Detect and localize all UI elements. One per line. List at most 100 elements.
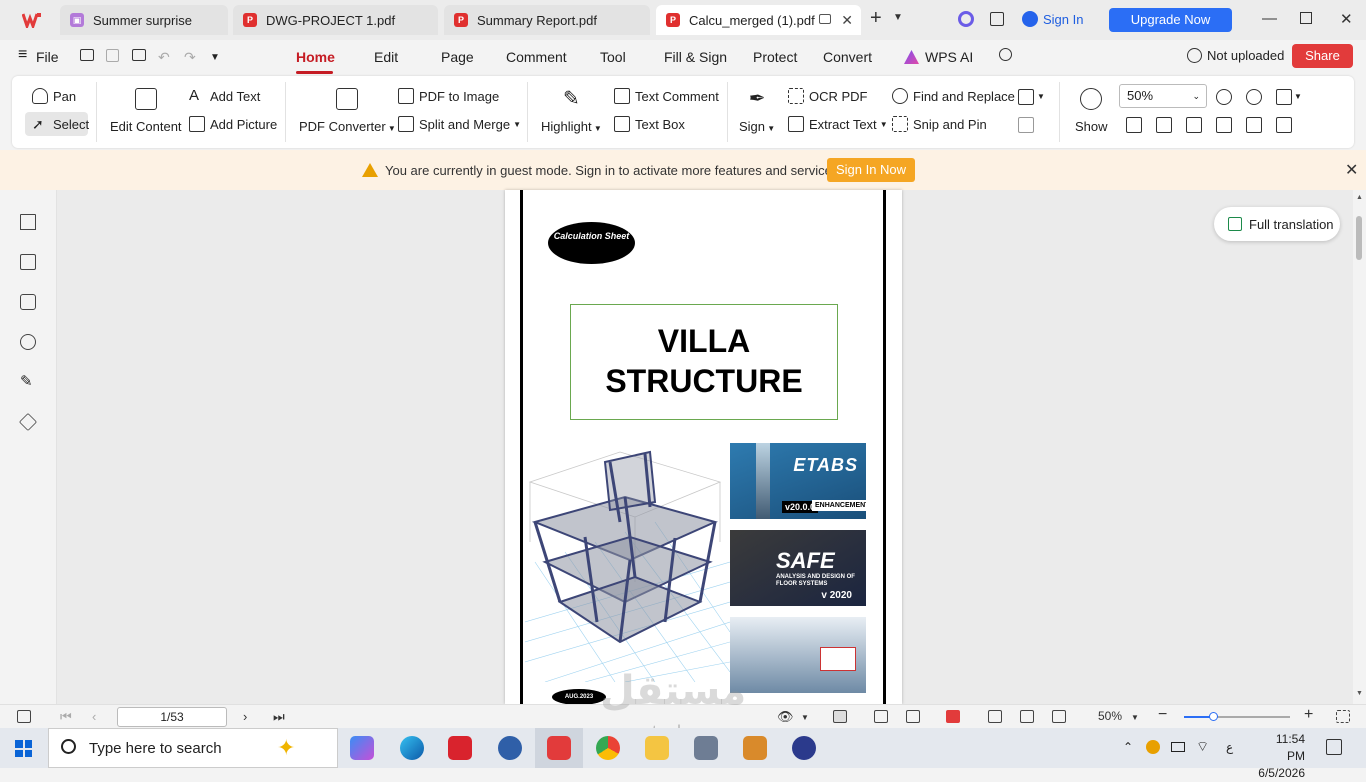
wps-office-taskbar-icon[interactable]: [547, 736, 571, 760]
ocr-pdf-button[interactable]: OCR PDF: [788, 88, 868, 104]
tab-summary-report[interactable]: P Summary Report.pdf: [444, 5, 650, 35]
sign-in-now-button[interactable]: Sign In Now: [827, 158, 915, 182]
thumbnails-icon[interactable]: [20, 254, 36, 270]
previous-page-icon[interactable]: ‹: [92, 709, 96, 724]
tab-dwg-project[interactable]: P DWG-PROJECT 1.pdf: [233, 5, 438, 35]
fit-width-icon[interactable]: [1186, 117, 1202, 133]
screen-icon[interactable]: [819, 14, 831, 24]
scrollbar-thumb[interactable]: [1356, 216, 1362, 260]
add-text-button[interactable]: A Add Text: [189, 88, 260, 104]
scroll-down-icon[interactable]: ▼: [1356, 690, 1363, 697]
cloud-status[interactable]: Not uploaded: [1187, 48, 1284, 63]
screenshot-icon[interactable]: [1052, 710, 1066, 723]
text-comment-button[interactable]: Text Comment: [614, 88, 719, 104]
chevron-down-icon[interactable]: ▼: [210, 52, 220, 63]
play-slideshow-icon[interactable]: [946, 710, 960, 723]
chevron-down-icon[interactable]: ▼: [801, 713, 809, 722]
comment-icon[interactable]: [20, 294, 36, 310]
menu-fill-sign[interactable]: Fill & Sign: [664, 49, 727, 65]
scroll-up-icon[interactable]: ▲: [1356, 194, 1363, 201]
undo-icon[interactable]: ↶: [158, 49, 170, 66]
fit-page-icon[interactable]: [1156, 117, 1172, 133]
taskbar-search-box[interactable]: Type here to search ✦: [48, 728, 338, 768]
signature-icon[interactable]: ✎: [20, 374, 36, 390]
menu-wps-ai[interactable]: WPS AI: [925, 49, 973, 65]
window-switch-icon[interactable]: [990, 12, 1004, 26]
opera-app-icon[interactable]: [448, 736, 472, 760]
new-tab-icon[interactable]: +: [870, 8, 882, 28]
chrome-browser-icon[interactable]: [596, 736, 620, 760]
sign-button[interactable]: ✒ Sign ▼: [739, 88, 775, 134]
ai-assistant-icon[interactable]: [958, 11, 974, 27]
select-tool-button[interactable]: ➚ Select: [32, 116, 89, 132]
vertical-scrollbar[interactable]: ▲ ▼: [1353, 190, 1366, 704]
first-page-icon[interactable]: ⏮: [60, 709, 72, 725]
rotate-page-icon[interactable]: [1276, 89, 1292, 105]
zoom-in-icon[interactable]: +: [1304, 706, 1313, 724]
actual-size-icon[interactable]: [1126, 117, 1142, 133]
split-merge-button[interactable]: Split and Merge ▼: [398, 116, 521, 132]
share-button[interactable]: Share: [1292, 44, 1353, 68]
copilot-app-icon[interactable]: [350, 736, 374, 760]
chevron-down-icon[interactable]: ▼: [1131, 713, 1139, 722]
chevron-down-icon[interactable]: ▼: [893, 12, 903, 23]
windows-start-icon[interactable]: [15, 740, 32, 757]
redo-icon[interactable]: ↷: [184, 49, 196, 66]
calculator-icon[interactable]: [694, 736, 718, 760]
close-tab-icon[interactable]: ✕: [841, 12, 853, 29]
close-window-icon[interactable]: ✕: [1340, 10, 1353, 28]
more-tools-icon[interactable]: [1018, 89, 1034, 105]
menu-convert[interactable]: Convert: [823, 49, 872, 65]
pdf-converter-button[interactable]: PDF Converter ▼: [299, 88, 396, 134]
rotate-left-icon[interactable]: [1216, 117, 1232, 133]
fit-width-icon[interactable]: [1020, 710, 1034, 723]
menu-file[interactable]: File: [36, 49, 59, 65]
minimize-icon[interactable]: —: [1262, 10, 1277, 27]
edit-content-button[interactable]: Edit Content: [110, 88, 182, 134]
text-box-button[interactable]: Text Box: [614, 116, 685, 132]
attachment-icon[interactable]: [16, 330, 40, 354]
upgrade-button[interactable]: Upgrade Now: [1109, 8, 1232, 32]
translate-icon[interactable]: [1018, 117, 1034, 133]
show-button[interactable]: Show: [1075, 88, 1108, 134]
toggle-sidebar-icon[interactable]: [17, 710, 31, 723]
save-icon[interactable]: [106, 49, 119, 62]
page-number-input[interactable]: 1/53: [117, 707, 227, 727]
tab-calcu-merged[interactable]: P Calcu_merged (1).pdf ✕: [656, 5, 861, 35]
bookmark-icon[interactable]: [20, 214, 36, 230]
snip-pin-button[interactable]: Snip and Pin: [892, 116, 987, 132]
tray-chevron-icon[interactable]: ⌃: [1123, 740, 1133, 754]
search-icon[interactable]: [999, 48, 1012, 61]
open-folder-icon[interactable]: [80, 49, 94, 61]
continuous-page-icon[interactable]: [874, 710, 888, 723]
pan-tool-button[interactable]: Pan: [32, 88, 76, 104]
menu-edit[interactable]: Edit: [374, 49, 398, 65]
fullscreen-icon[interactable]: [1336, 710, 1350, 723]
sign-in-link[interactable]: Sign In: [1022, 11, 1083, 27]
menu-tool[interactable]: Tool: [600, 49, 626, 65]
two-page-icon[interactable]: [906, 710, 920, 723]
zoom-out-icon[interactable]: −: [1158, 706, 1167, 724]
app-icon[interactable]: [498, 736, 522, 760]
zoom-slider-knob[interactable]: [1208, 712, 1218, 721]
tab-summer-surprise[interactable]: ▣ Summer surprise: [60, 5, 228, 35]
copilot-sparkle-icon[interactable]: ✦: [277, 735, 295, 761]
zoom-level[interactable]: 50%: [1098, 709, 1122, 723]
app-icon[interactable]: [792, 736, 816, 760]
menu-protect[interactable]: Protect: [753, 49, 797, 65]
maximize-icon[interactable]: [1300, 12, 1312, 24]
app-icon[interactable]: [743, 736, 767, 760]
read-mode-icon[interactable]: [1276, 117, 1292, 133]
zoom-out-icon[interactable]: [1216, 89, 1232, 105]
chevron-down-icon[interactable]: ▼: [1037, 92, 1045, 101]
menu-home[interactable]: Home: [296, 49, 335, 65]
chevron-down-icon[interactable]: ▼: [1294, 92, 1302, 101]
rotate-right-icon[interactable]: [1246, 117, 1262, 133]
add-picture-button[interactable]: Add Picture: [189, 116, 277, 132]
edge-browser-icon[interactable]: [400, 736, 424, 760]
fit-page-icon[interactable]: [988, 710, 1002, 723]
highlight-button[interactable]: ✎ Highlight ▼: [541, 88, 602, 134]
next-page-icon[interactable]: ›: [243, 709, 247, 724]
print-icon[interactable]: [132, 49, 146, 61]
zoom-select[interactable]: 50% ⌄: [1119, 84, 1207, 108]
